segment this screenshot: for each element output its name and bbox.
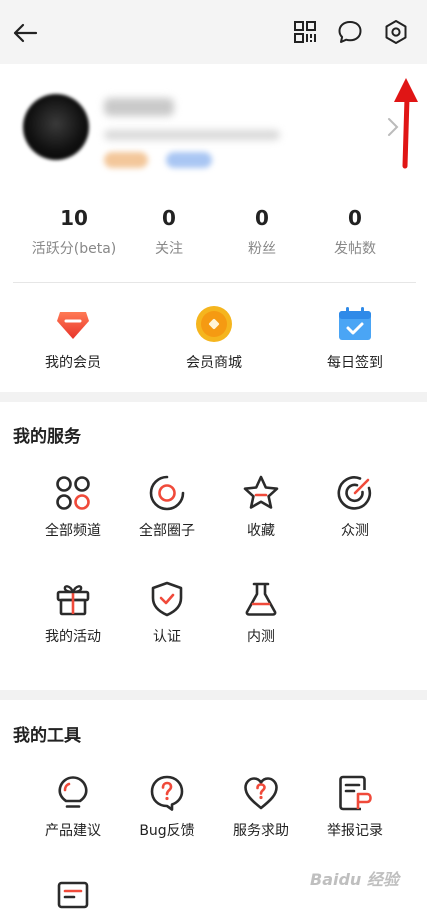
quick-action-label: 会员商城 (186, 355, 242, 371)
gift-icon (56, 585, 90, 616)
tool-label: 服务求助 (233, 823, 289, 839)
blurred-username (104, 98, 174, 116)
vip-gem-icon (57, 312, 89, 339)
watermark: Baidu 经验 (310, 870, 399, 889)
avatar[interactable] (23, 94, 89, 160)
top-bar (0, 0, 427, 64)
tool-inbox[interactable] (23, 880, 123, 914)
services-section: 我的服务 全部频道 全部圈子 收藏 众测 我的活动 认证 内测 (0, 402, 427, 690)
profile-card: 10 活跃分(beta) 0 关注 0 粉丝 0 发帖数 我的会员 会员商城 每… (0, 64, 427, 392)
service-verification[interactable]: 认证 (117, 580, 217, 646)
service-label: 全部圈子 (139, 523, 195, 539)
blurred-bio (104, 130, 280, 140)
quick-action-label: 每日签到 (327, 355, 383, 371)
quick-action-checkin[interactable]: 每日签到 (295, 304, 415, 372)
annotation-arrow-icon (394, 78, 418, 169)
section-title: 我的服务 (13, 427, 81, 447)
service-crowd-test[interactable]: 众测 (305, 474, 405, 540)
service-beta-test[interactable]: 内测 (211, 580, 311, 646)
heart-help-icon (244, 777, 278, 810)
calendar-check-icon (339, 307, 371, 340)
flask-icon (245, 582, 277, 616)
stat-activity[interactable]: 10 活跃分(beta) (19, 204, 129, 258)
tool-service-help[interactable]: 服务求助 (211, 774, 311, 840)
service-all-circles[interactable]: 全部圈子 (117, 474, 217, 540)
service-favorites[interactable]: 收藏 (211, 474, 311, 540)
service-label: 内测 (247, 629, 275, 645)
inbox-icon (57, 881, 89, 909)
tool-report-records[interactable]: 举报记录 (305, 774, 405, 840)
stat-label: 活跃分(beta) (31, 241, 117, 257)
tool-label: Bug反馈 (139, 823, 195, 839)
circle-icon (149, 475, 185, 511)
stat-label: 发帖数 (334, 241, 376, 257)
lightbulb-icon (58, 776, 88, 808)
channels-icon (56, 476, 90, 510)
tool-bug-feedback[interactable]: Bug反馈 (117, 774, 217, 840)
service-all-channels[interactable]: 全部频道 (23, 474, 123, 540)
message-icon[interactable] (337, 19, 363, 45)
quick-action-membership[interactable]: 我的会员 (13, 304, 133, 372)
bug-feedback-icon (150, 775, 184, 811)
shield-check-icon (151, 581, 183, 617)
service-label: 全部频道 (45, 523, 101, 539)
quick-action-label: 我的会员 (45, 355, 101, 371)
stat-posts[interactable]: 0 发帖数 (300, 204, 410, 258)
divider (13, 282, 416, 283)
back-arrow-icon[interactable] (10, 18, 40, 48)
stat-value: 0 (348, 206, 362, 230)
report-icon (339, 775, 372, 811)
blurred-level-badge (104, 152, 148, 168)
tool-label: 举报记录 (327, 823, 383, 839)
star-icon (243, 475, 279, 509)
service-label: 收藏 (247, 523, 275, 539)
service-label: 认证 (153, 629, 181, 645)
service-label: 我的活动 (45, 629, 101, 645)
qr-code-icon[interactable] (292, 19, 318, 45)
stat-value: 10 (60, 206, 88, 230)
target-icon (337, 476, 372, 510)
tool-product-suggestion[interactable]: 产品建议 (23, 774, 123, 840)
service-label: 众测 (341, 523, 369, 539)
tool-label: 产品建议 (45, 823, 101, 839)
section-title: 我的工具 (13, 726, 81, 746)
quick-action-mall[interactable]: 会员商城 (154, 304, 274, 372)
blurred-tag-badge (166, 152, 212, 168)
service-my-activities[interactable]: 我的活动 (23, 580, 123, 646)
coin-icon (196, 306, 232, 342)
stats-row: 10 活跃分(beta) 0 关注 0 粉丝 0 发帖数 (0, 204, 427, 264)
settings-hexagon-icon[interactable] (383, 19, 409, 45)
